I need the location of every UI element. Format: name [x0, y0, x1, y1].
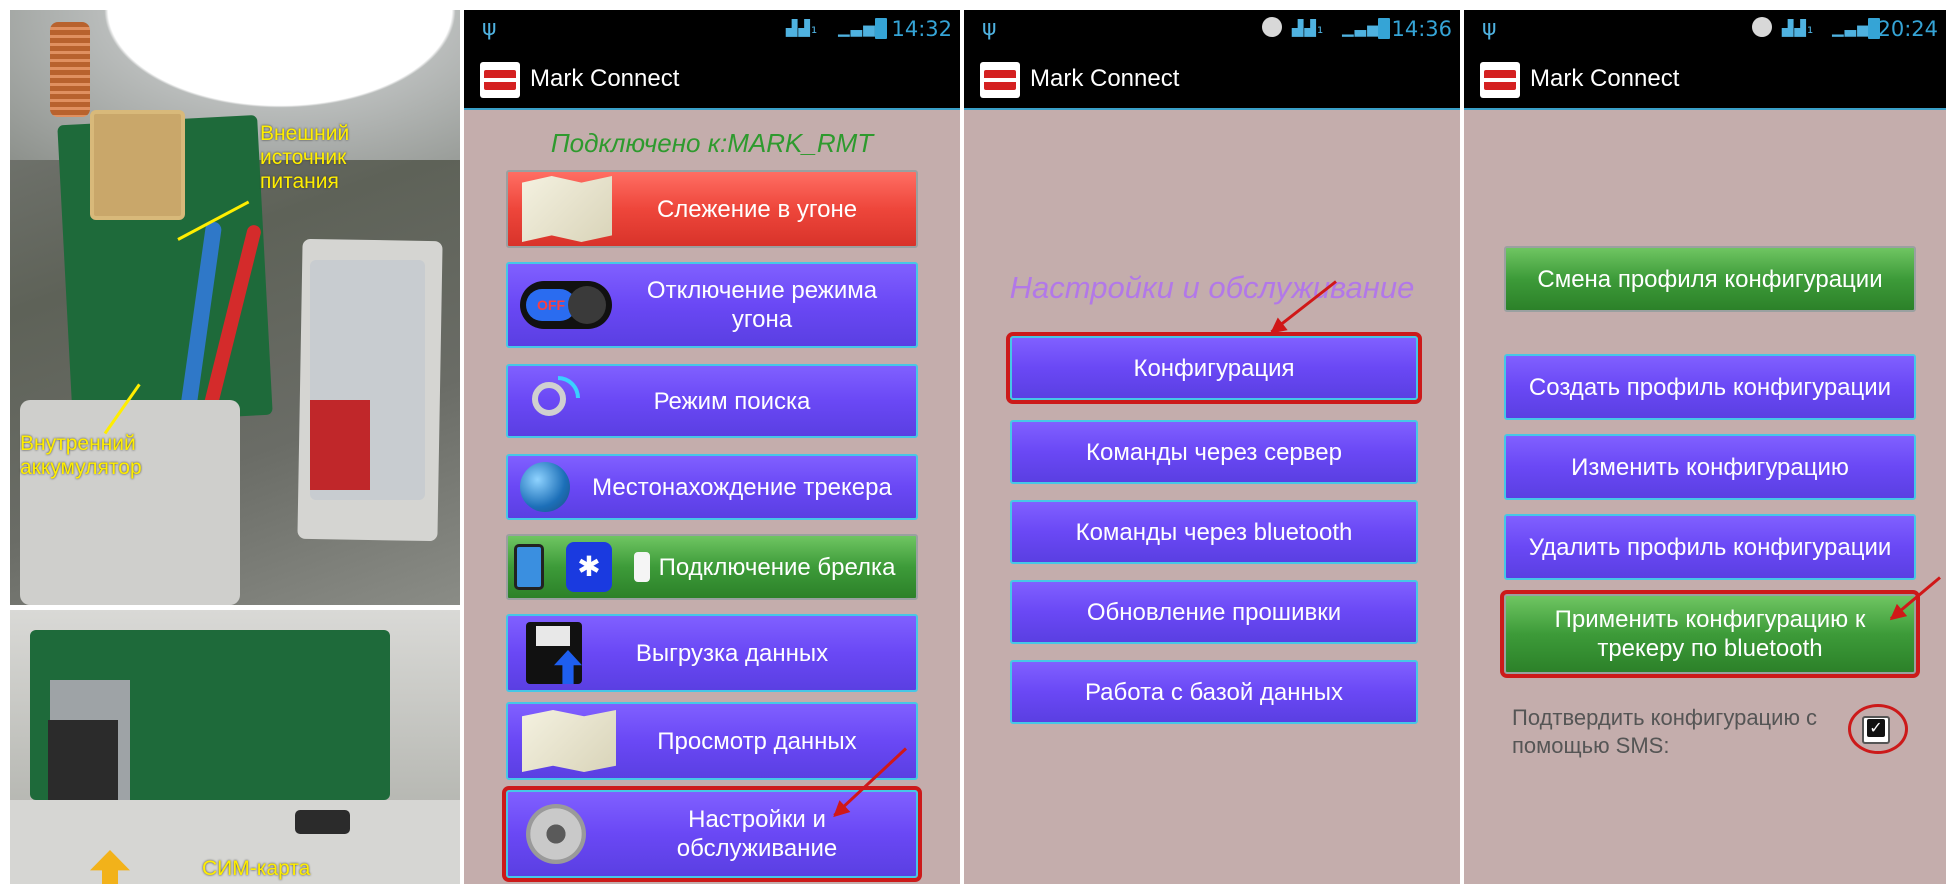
clock: 20:24	[1877, 17, 1938, 41]
keyfob-icon	[634, 552, 650, 582]
phone-screen-settings: ψ ▟▟₁ ▁▃▅₂ 14:36 Mark Connect Настройки …	[964, 10, 1460, 884]
search-mode-button[interactable]: Режим поиска	[506, 364, 918, 438]
status-bar: ψ ▟▟₁ ▁▃▅₂ 14:32	[464, 10, 960, 48]
floppy-upload-icon	[526, 622, 582, 684]
map-pins-icon	[522, 710, 616, 772]
button-label: Отключение режима угона	[646, 277, 878, 333]
external-power-label: Внешний источник питания	[260, 122, 350, 193]
button-label: Обновление прошивки	[1086, 598, 1342, 626]
switch-profile-button[interactable]: Смена профиля конфигурации	[1504, 246, 1916, 312]
highlight-circle	[1848, 704, 1908, 754]
upload-data-button[interactable]: Выгрузка данных	[506, 614, 918, 692]
antenna-coil	[50, 22, 90, 117]
disable-theft-mode-button[interactable]: OFF Отключение режима угона	[506, 262, 918, 348]
app-logo-icon	[1480, 62, 1520, 98]
sms-confirm-label: Подтвердить конфигурацию с помощью SMS:	[1512, 705, 1818, 758]
gear-icon	[526, 804, 586, 864]
sim-slot-photo: СИМ-карта	[10, 610, 460, 884]
delete-profile-button[interactable]: Удалить профиль конфигурации	[1504, 514, 1916, 580]
signal-icon: ▟▟₁	[1782, 19, 1815, 37]
sim-card-label: СИМ-карта	[202, 857, 311, 880]
status-bar: ψ ▟▟₁ ▁▃▅₂ 20:24	[1464, 10, 1946, 48]
button-label: Удалить профиль конфигурации	[1528, 533, 1892, 561]
connection-status: Подключено к:MARK_RMT	[550, 128, 874, 158]
battery-icon	[875, 18, 887, 39]
button-label: Команды через сервер	[1086, 438, 1342, 466]
settings-heading: Настройки и обслуживание	[1009, 270, 1415, 305]
theft-tracking-button[interactable]: Слежение в угоне	[506, 170, 918, 248]
button-label: Работа с базой данных	[1084, 678, 1344, 706]
battery-icon	[1378, 18, 1390, 39]
button-label: Конфигурация	[1133, 354, 1295, 382]
button-label: Изменить конфигурацию	[1571, 453, 1849, 481]
bluetooth-commands-button[interactable]: Команды через bluetooth	[1010, 500, 1418, 564]
button-label: Местонахождение трекера	[592, 473, 892, 501]
search-signal-icon	[532, 376, 580, 426]
app-bar: Mark Connect	[1464, 48, 1946, 110]
bluetooth-icon: ✱	[566, 542, 612, 592]
phone-screen-main-menu: ψ ▟▟₁ ▁▃▅₂ 14:32 Mark Connect Подключено…	[464, 10, 960, 884]
gps-module	[90, 110, 185, 220]
housing	[20, 400, 240, 605]
app-logo-icon	[480, 62, 520, 98]
tracker-board-photo: Внешний источник питания Внутренний акку…	[10, 10, 460, 605]
app-title: Mark Connect	[1530, 65, 1680, 92]
database-button[interactable]: Работа с базой данных	[1010, 660, 1418, 724]
usb-port	[295, 810, 350, 834]
toggle-knob	[568, 286, 606, 324]
phone-screen-configuration: ψ ▟▟₁ ▁▃▅₂ 20:24 Mark Connect Смена проф…	[1464, 10, 1946, 884]
keyfob-connect-button[interactable]: ✱ Подключение брелка	[506, 534, 918, 600]
button-label: Режим поиска	[653, 387, 811, 415]
button-label: Просмотр данных	[657, 727, 857, 755]
phone-icon	[514, 544, 544, 590]
firmware-update-button[interactable]: Обновление прошивки	[1010, 580, 1418, 644]
usb-icon: ψ	[1482, 16, 1497, 41]
battery-tape	[310, 400, 370, 490]
edit-configuration-button[interactable]: Изменить конфигурацию	[1504, 434, 1916, 500]
create-profile-button[interactable]: Создать профиль конфигурации	[1504, 354, 1916, 420]
server-commands-button[interactable]: Команды через сервер	[1010, 420, 1418, 484]
globe-status-icon	[1752, 17, 1772, 37]
globe-icon	[520, 462, 570, 512]
status-bar: ψ ▟▟₁ ▁▃▅₂ 14:36	[964, 10, 1460, 48]
clock: 14:32	[891, 17, 952, 41]
button-label: Создать профиль конфигурации	[1528, 373, 1892, 401]
usb-icon: ψ	[982, 16, 997, 41]
tracker-location-button[interactable]: Местонахождение трекера	[506, 454, 918, 520]
signal-icon: ▟▟₁	[1292, 19, 1325, 37]
clock: 14:36	[1391, 17, 1452, 41]
globe-status-icon	[1262, 17, 1282, 37]
apply-config-bluetooth-button[interactable]: Применить конфигурацию к трекеру по blue…	[1500, 590, 1920, 678]
button-label: Смена профиля конфигурации	[1537, 265, 1883, 293]
app-bar: Mark Connect	[964, 48, 1460, 110]
signal-icon: ▟▟₁	[786, 19, 819, 37]
button-label: Слежение в угоне	[656, 195, 858, 223]
app-title: Mark Connect	[1030, 65, 1180, 92]
app-bar: Mark Connect	[464, 48, 960, 110]
usb-icon: ψ	[482, 16, 497, 41]
internal-battery-label: Внутренний аккумулятор	[20, 432, 142, 479]
configuration-button[interactable]: Конфигурация	[1006, 332, 1422, 404]
view-data-button[interactable]: Просмотр данных	[506, 702, 918, 780]
button-label: Подключение брелка	[658, 553, 896, 581]
map-route-icon	[522, 176, 612, 242]
button-label: Команды через bluetooth	[1075, 518, 1353, 546]
settings-maintenance-button[interactable]: Настройки и обслуживание	[502, 786, 922, 882]
app-title: Mark Connect	[530, 65, 680, 92]
off-toggle-icon: OFF	[520, 281, 612, 329]
button-label: Применить конфигурацию к трекеру по blue…	[1554, 606, 1866, 662]
app-logo-icon	[980, 62, 1020, 98]
button-label: Выгрузка данных	[635, 639, 829, 667]
